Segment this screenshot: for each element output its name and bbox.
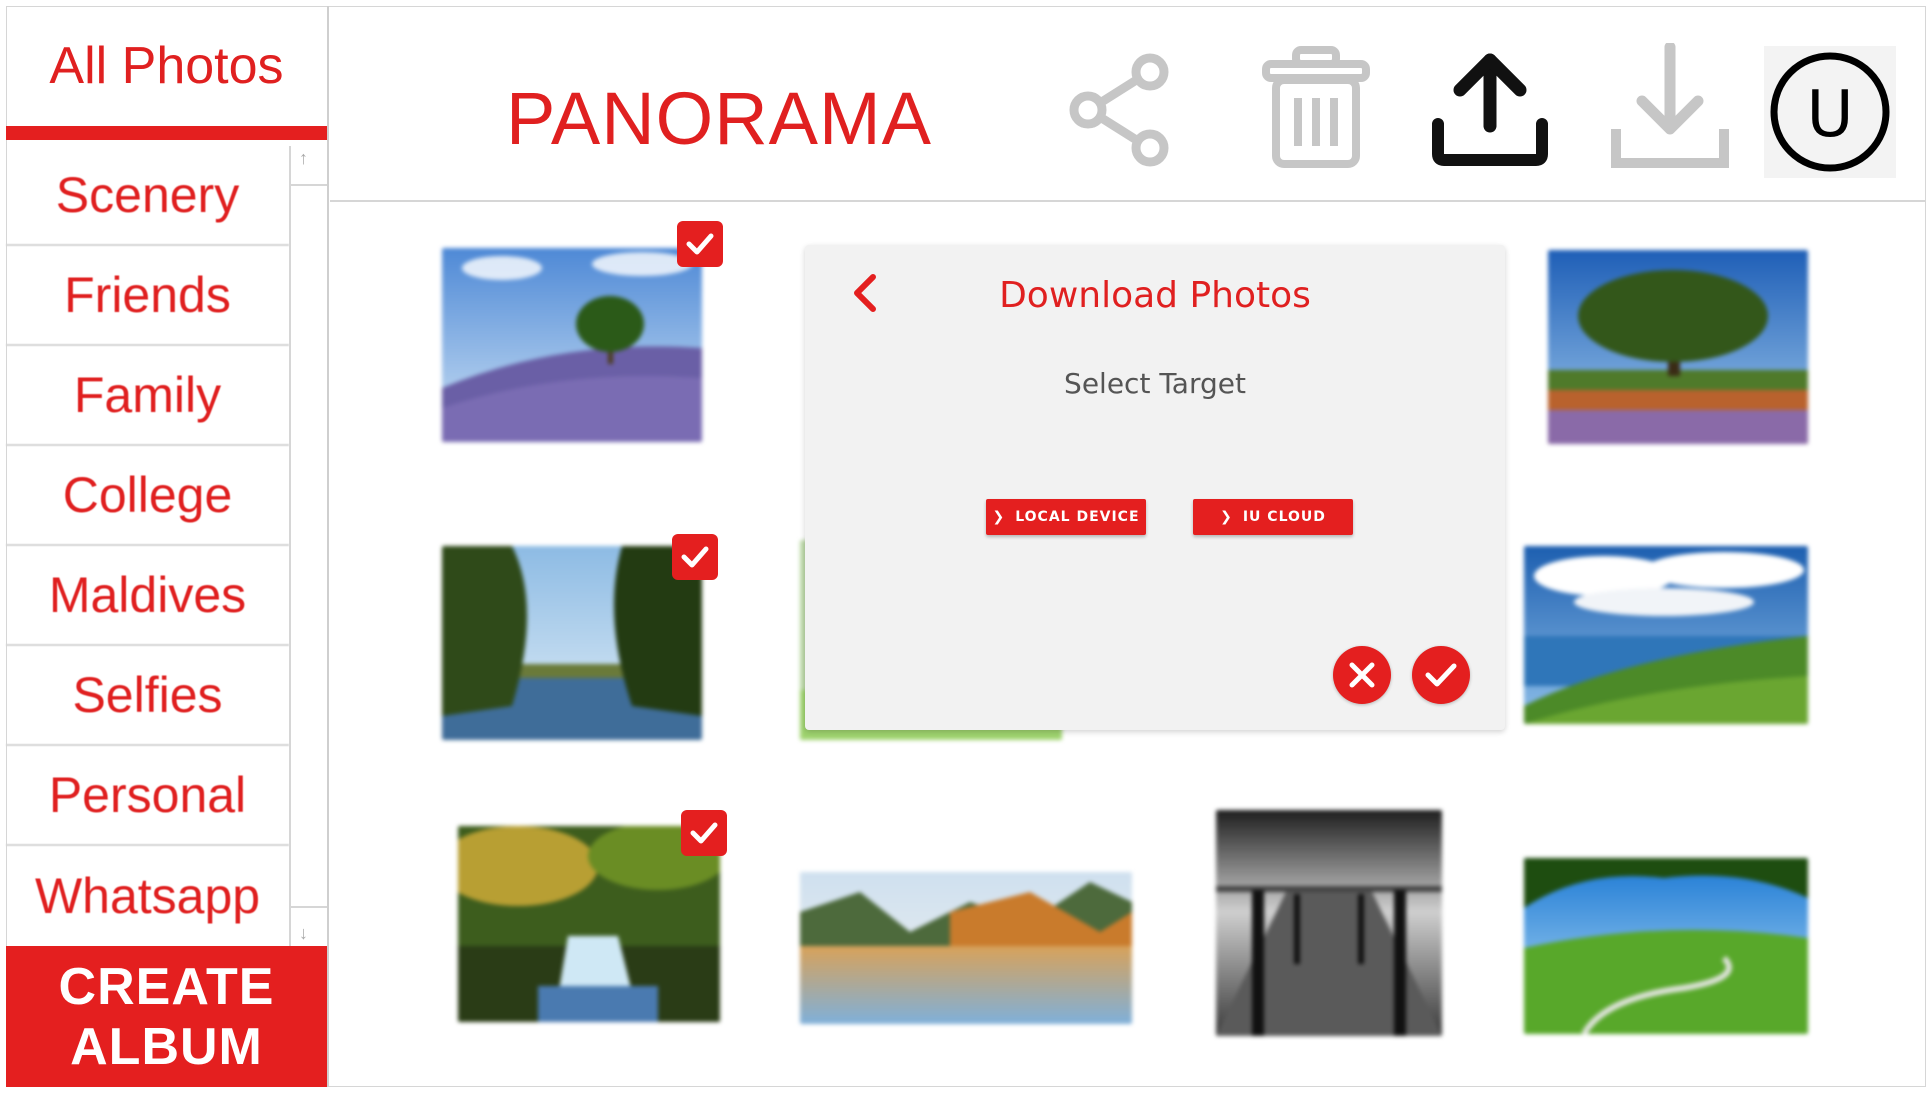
all-photos-tab[interactable]: All Photos	[6, 6, 327, 126]
chevron-right-icon: ❯	[1220, 509, 1233, 525]
photo-waterfall-forest[interactable]	[458, 826, 720, 1022]
svg-text:U: U	[1807, 78, 1854, 152]
photo-checkbox[interactable]	[681, 810, 727, 856]
create-album-label-line1: CREATE	[58, 957, 275, 1016]
check-icon	[690, 822, 718, 844]
upload-icon[interactable]	[1428, 46, 1552, 170]
photo-checkbox[interactable]	[672, 534, 718, 580]
download-icon[interactable]	[1608, 43, 1732, 170]
album-item-whatsapp[interactable]: Whatsapp	[6, 846, 289, 946]
album-scrollbar[interactable]: ↑ ↓	[289, 146, 327, 946]
photo-mountain-lake[interactable]	[800, 872, 1132, 1024]
album-item-friends[interactable]: Friends	[6, 246, 289, 346]
photo-coast-hills[interactable]	[1524, 546, 1808, 724]
scroll-up-arrow-icon[interactable]: ↑	[299, 148, 308, 169]
user-avatar-button[interactable]: U	[1764, 46, 1896, 178]
check-icon	[686, 233, 714, 255]
sidebar: All Photos Scenery Friends Family Colleg…	[6, 6, 329, 1087]
dialog-title: Download Photos	[999, 275, 1311, 316]
album-item-family[interactable]: Family	[6, 346, 289, 446]
create-album-button[interactable]: CREATE ALBUM	[6, 946, 327, 1087]
check-icon	[681, 546, 709, 568]
app-title: PANORAMA	[506, 77, 933, 160]
check-icon	[1425, 663, 1457, 687]
album-item-selfies[interactable]: Selfies	[6, 646, 289, 746]
album-list: Scenery Friends Family College Maldives …	[6, 146, 289, 946]
photo-bw-pier[interactable]	[1216, 810, 1442, 1036]
photo-green-valley[interactable]	[1524, 858, 1808, 1034]
confirm-button[interactable]	[1412, 646, 1470, 704]
photo-tree-lavender[interactable]	[442, 248, 702, 442]
local-device-label: LOCAL DEVICE	[1015, 509, 1140, 525]
cancel-button[interactable]	[1333, 646, 1391, 704]
download-photos-dialog: Download Photos Select Target ❯ LOCAL DE…	[805, 245, 1505, 730]
photo-checkbox[interactable]	[677, 221, 723, 267]
active-tab-indicator	[6, 126, 327, 140]
scroll-down-arrow-icon[interactable]: ↓	[299, 923, 308, 944]
album-item-maldives[interactable]: Maldives	[6, 546, 289, 646]
create-album-label-line2: ALBUM	[70, 1017, 263, 1076]
photo-lake-trees[interactable]	[442, 546, 702, 740]
local-device-button[interactable]: ❯ LOCAL DEVICE	[986, 499, 1146, 535]
dialog-subtitle: Select Target	[1064, 367, 1246, 400]
iu-cloud-label: IU CLOUD	[1242, 509, 1326, 525]
chevron-right-icon: ❯	[992, 509, 1006, 525]
album-item-college[interactable]: College	[6, 446, 289, 546]
close-icon	[1349, 662, 1375, 688]
trash-icon[interactable]	[1254, 46, 1378, 170]
user-icon: U	[1770, 52, 1890, 172]
iu-cloud-button[interactable]: ❯ IU CLOUD	[1193, 499, 1353, 535]
photo-tree-flowers[interactable]	[1548, 250, 1808, 444]
album-item-scenery[interactable]: Scenery	[6, 146, 289, 246]
share-icon[interactable]	[1058, 46, 1182, 170]
album-item-personal[interactable]: Personal	[6, 746, 289, 846]
header: PANORAMA U	[330, 6, 1926, 202]
